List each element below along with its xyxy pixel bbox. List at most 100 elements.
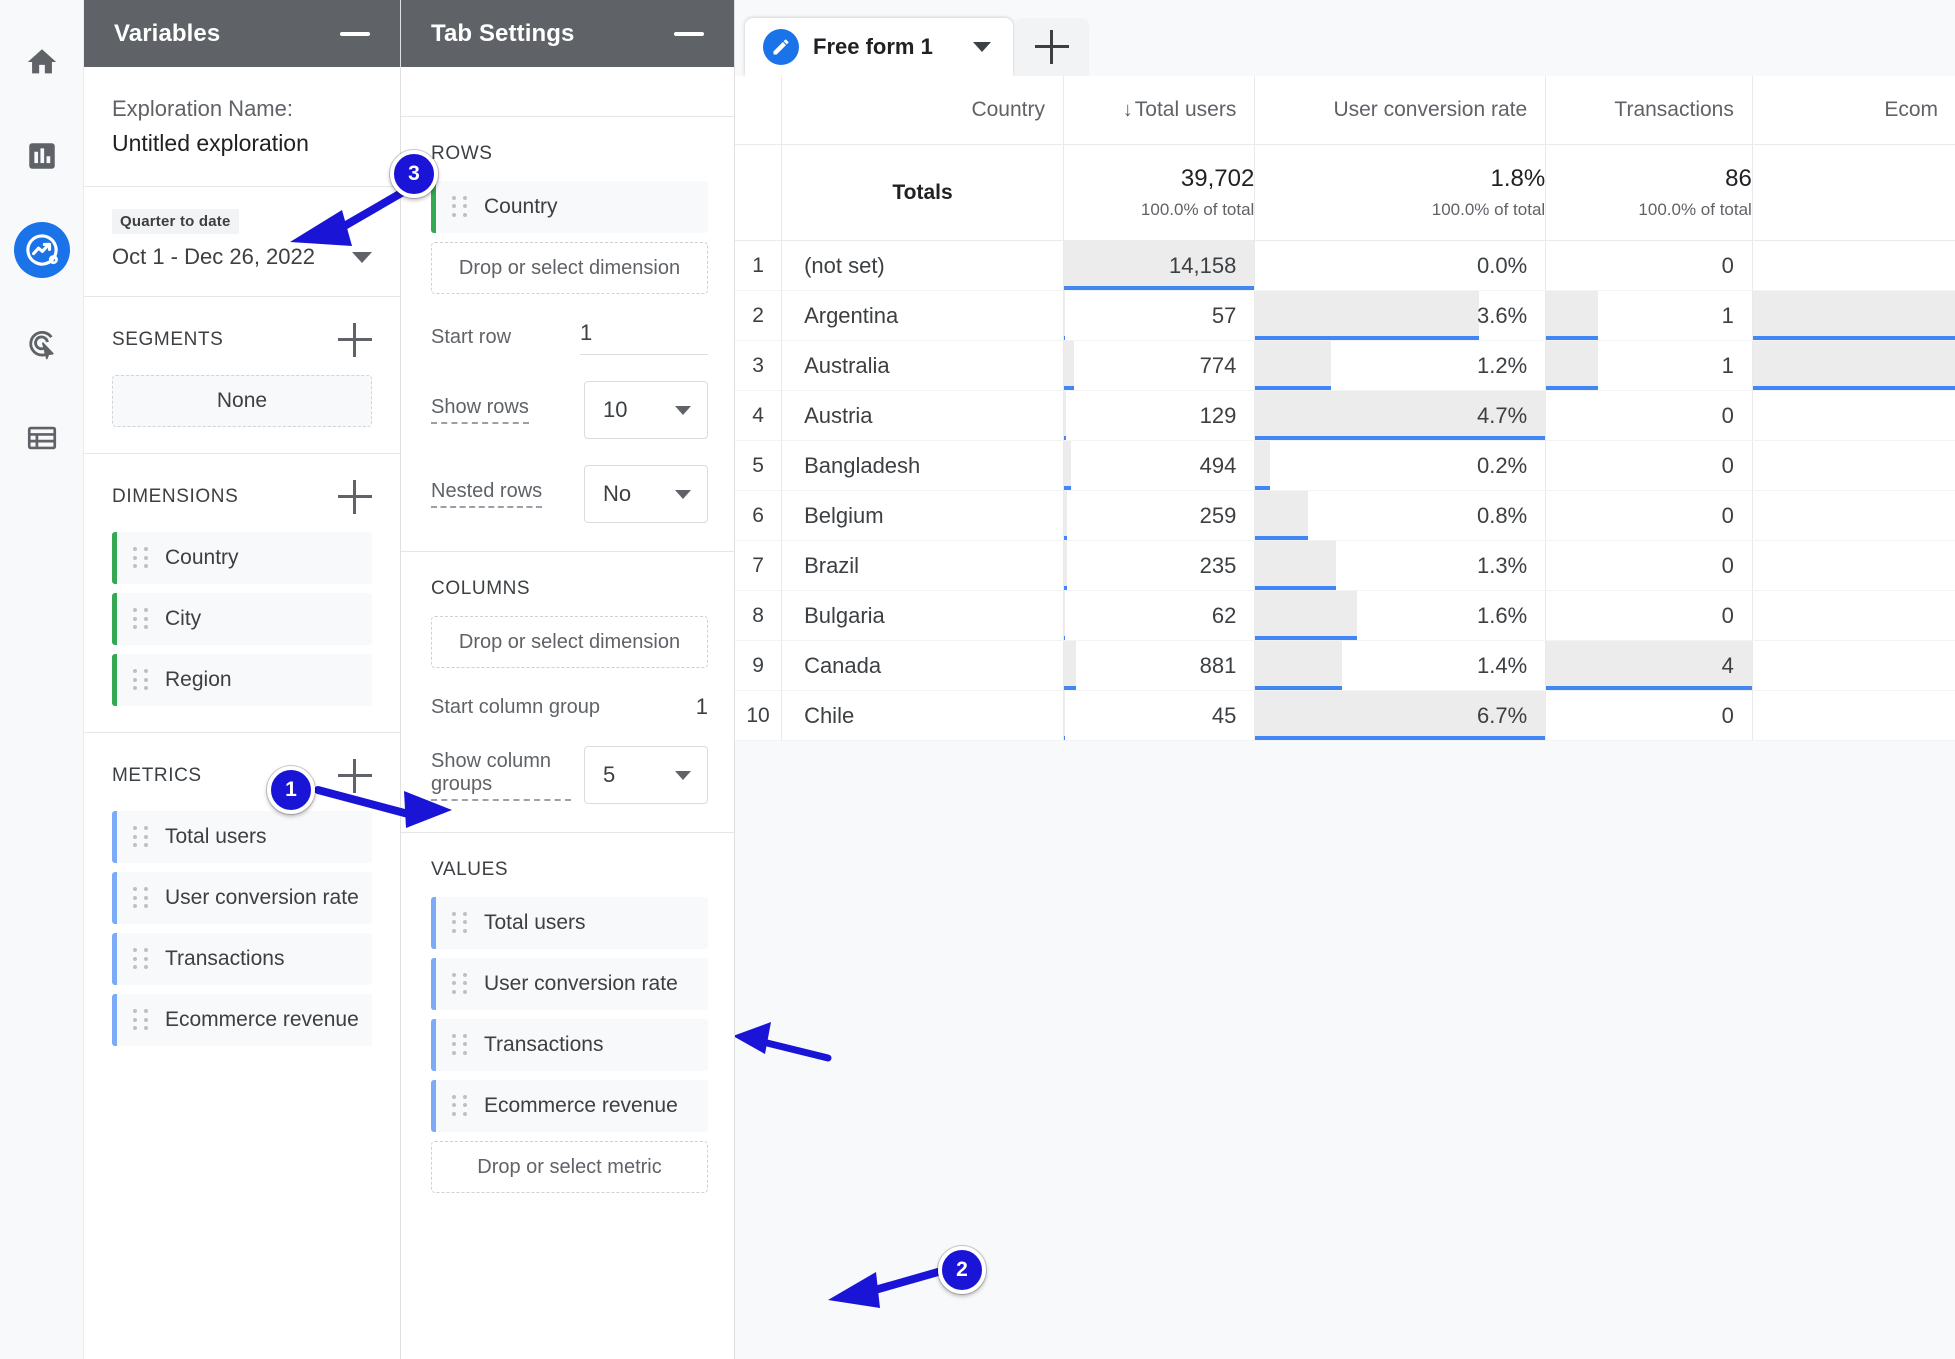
cell-value: 0.2%	[1477, 452, 1528, 478]
tab-settings-panel-header: Tab Settings	[401, 0, 734, 67]
cell-value: 1.2%	[1477, 352, 1528, 378]
table-header-row: Country ↓Total users User conversion rat…	[735, 76, 1955, 145]
library-icon[interactable]	[14, 410, 70, 466]
col-country-header[interactable]: Country	[781, 76, 1064, 145]
reports-icon[interactable]	[14, 128, 70, 184]
plus-icon	[1034, 30, 1069, 64]
cell-total-users: 259	[1063, 490, 1256, 541]
table-row[interactable]: 8 Bulgaria 62 1.6% 0	[735, 590, 1955, 641]
metric-chip-user-conversion-rate[interactable]: User conversion rate	[112, 872, 372, 925]
metric-chip-ecommerce-revenue[interactable]: Ecommerce revenue	[112, 994, 372, 1047]
cell-transactions: 4	[1545, 640, 1753, 691]
callout-badge-1: 1	[267, 766, 315, 814]
cell-total-users: 62	[1063, 590, 1256, 641]
drag-handle-icon[interactable]	[133, 547, 149, 569]
table-row[interactable]: 6 Belgium 259 0.8% 0	[735, 490, 1955, 541]
metric-chip-label: Ecommerce revenue	[165, 1008, 359, 1032]
table-row[interactable]: 5 Bangladesh 494 0.2% 0	[735, 440, 1955, 491]
dimension-chip-city[interactable]: City	[112, 593, 372, 646]
start-row-label: Start row	[431, 326, 512, 348]
explore-icon[interactable]	[13, 222, 70, 278]
cell-value: 6.7%	[1477, 702, 1528, 728]
col-rank-header	[735, 76, 783, 145]
drag-handle-icon[interactable]	[452, 973, 468, 995]
value-underline	[1063, 486, 1071, 490]
drag-handle-icon[interactable]	[133, 669, 149, 691]
value-bar	[1063, 341, 1075, 390]
values-chip-user-conversion-rate[interactable]: User conversion rate	[431, 958, 708, 1010]
show-rows-select[interactable]: 10	[584, 381, 708, 439]
advertising-icon[interactable]	[14, 316, 70, 372]
table-row[interactable]: 2 Argentina 57 3.6% 1	[735, 290, 1955, 341]
value-underline	[1063, 386, 1075, 390]
drag-handle-icon[interactable]	[452, 912, 468, 934]
value-bar	[1546, 641, 1752, 690]
tab-settings-minimize-button[interactable]	[672, 20, 706, 48]
drag-handle-icon[interactable]	[133, 1009, 149, 1031]
value-underline	[1255, 686, 1343, 690]
metric-chip-transactions[interactable]: Transactions	[112, 933, 372, 986]
value-bar	[1255, 341, 1331, 390]
chevron-down-icon	[675, 770, 691, 780]
row-rank: 10	[735, 690, 783, 741]
drag-handle-icon[interactable]	[452, 1034, 468, 1056]
totals-label: Totals	[781, 144, 1064, 241]
columns-title: COLUMNS	[431, 578, 531, 599]
nested-rows-select[interactable]: No	[584, 465, 708, 523]
values-drop-metric[interactable]: Drop or select metric	[431, 1141, 708, 1193]
add-tab-button[interactable]	[1014, 18, 1089, 76]
value-underline	[1255, 436, 1545, 440]
tab-free-form-1[interactable]: Free form 1	[745, 18, 1013, 76]
col-ecommerce-revenue-header[interactable]: Ecom	[1752, 76, 1955, 145]
value-underline	[1546, 336, 1598, 340]
table-row[interactable]: 1 (not set) 14,158 0.0% 0	[735, 240, 1955, 291]
segments-add-button[interactable]	[338, 323, 372, 358]
drag-handle-icon[interactable]	[133, 887, 149, 909]
row-rank: 6	[735, 490, 783, 541]
dimension-chip-country[interactable]: Country	[112, 532, 372, 585]
value-underline	[1752, 336, 1955, 340]
rows-drop-dimension[interactable]: Drop or select dimension	[431, 242, 708, 294]
col-total-users-header[interactable]: ↓Total users	[1063, 76, 1256, 145]
row-rank: 7	[735, 540, 783, 591]
table-row[interactable]: 10 Chile 45 6.7% 0	[735, 690, 1955, 741]
row-country: Australia	[781, 340, 1064, 391]
show-column-groups-select[interactable]: 5	[584, 746, 708, 804]
variables-panel-header: Variables	[84, 0, 400, 67]
exploration-name-value[interactable]: Untitled exploration	[112, 127, 372, 160]
drag-handle-icon[interactable]	[133, 608, 149, 630]
table-row[interactable]: 3 Australia 774 1.2% 1	[735, 340, 1955, 391]
dimensions-add-button[interactable]	[338, 480, 372, 515]
table-row[interactable]: 7 Brazil 235 1.3% 0	[735, 540, 1955, 591]
table-row[interactable]: 9 Canada 881 1.4% 4	[735, 640, 1955, 691]
home-icon[interactable]	[14, 34, 70, 90]
chevron-down-icon[interactable]	[972, 42, 991, 52]
cell-value: 129	[1199, 402, 1237, 428]
start-column-group-field: Start column group 1	[431, 694, 708, 720]
value-bar	[1255, 591, 1357, 640]
start-column-group-input[interactable]: 1	[696, 694, 708, 720]
date-preset-chip: Quarter to date	[112, 209, 239, 235]
drag-handle-icon[interactable]	[452, 1095, 468, 1117]
start-row-input[interactable]: 1	[580, 320, 708, 355]
segments-none-item[interactable]: None	[112, 375, 372, 428]
drag-handle-icon[interactable]	[133, 948, 149, 970]
cell-transactions: 1	[1545, 340, 1753, 391]
col-user-conversion-rate-header[interactable]: User conversion rate	[1254, 76, 1547, 145]
values-chip-transactions[interactable]: Transactions	[431, 1019, 708, 1071]
drag-handle-icon[interactable]	[133, 826, 149, 848]
values-chip-total-users[interactable]: Total users	[431, 897, 708, 949]
cell-value: 1.4%	[1477, 652, 1528, 678]
value-bar	[1063, 291, 1065, 340]
show-column-groups-field: Show column groups 5	[431, 746, 708, 804]
dimension-chip-region[interactable]: Region	[112, 654, 372, 707]
rows-chip-country[interactable]: Country	[431, 181, 708, 233]
values-chip-ecommerce-revenue[interactable]: Ecommerce revenue	[431, 1080, 708, 1132]
cell-value: 0	[1721, 452, 1734, 478]
columns-drop-dimension[interactable]: Drop or select dimension	[431, 616, 708, 668]
table-row[interactable]: 4 Austria 129 4.7% 0	[735, 390, 1955, 441]
variables-minimize-button[interactable]	[338, 20, 372, 48]
col-transactions-header[interactable]: Transactions	[1545, 76, 1753, 145]
drag-handle-icon[interactable]	[452, 196, 468, 218]
cell-value: 774	[1199, 352, 1237, 378]
